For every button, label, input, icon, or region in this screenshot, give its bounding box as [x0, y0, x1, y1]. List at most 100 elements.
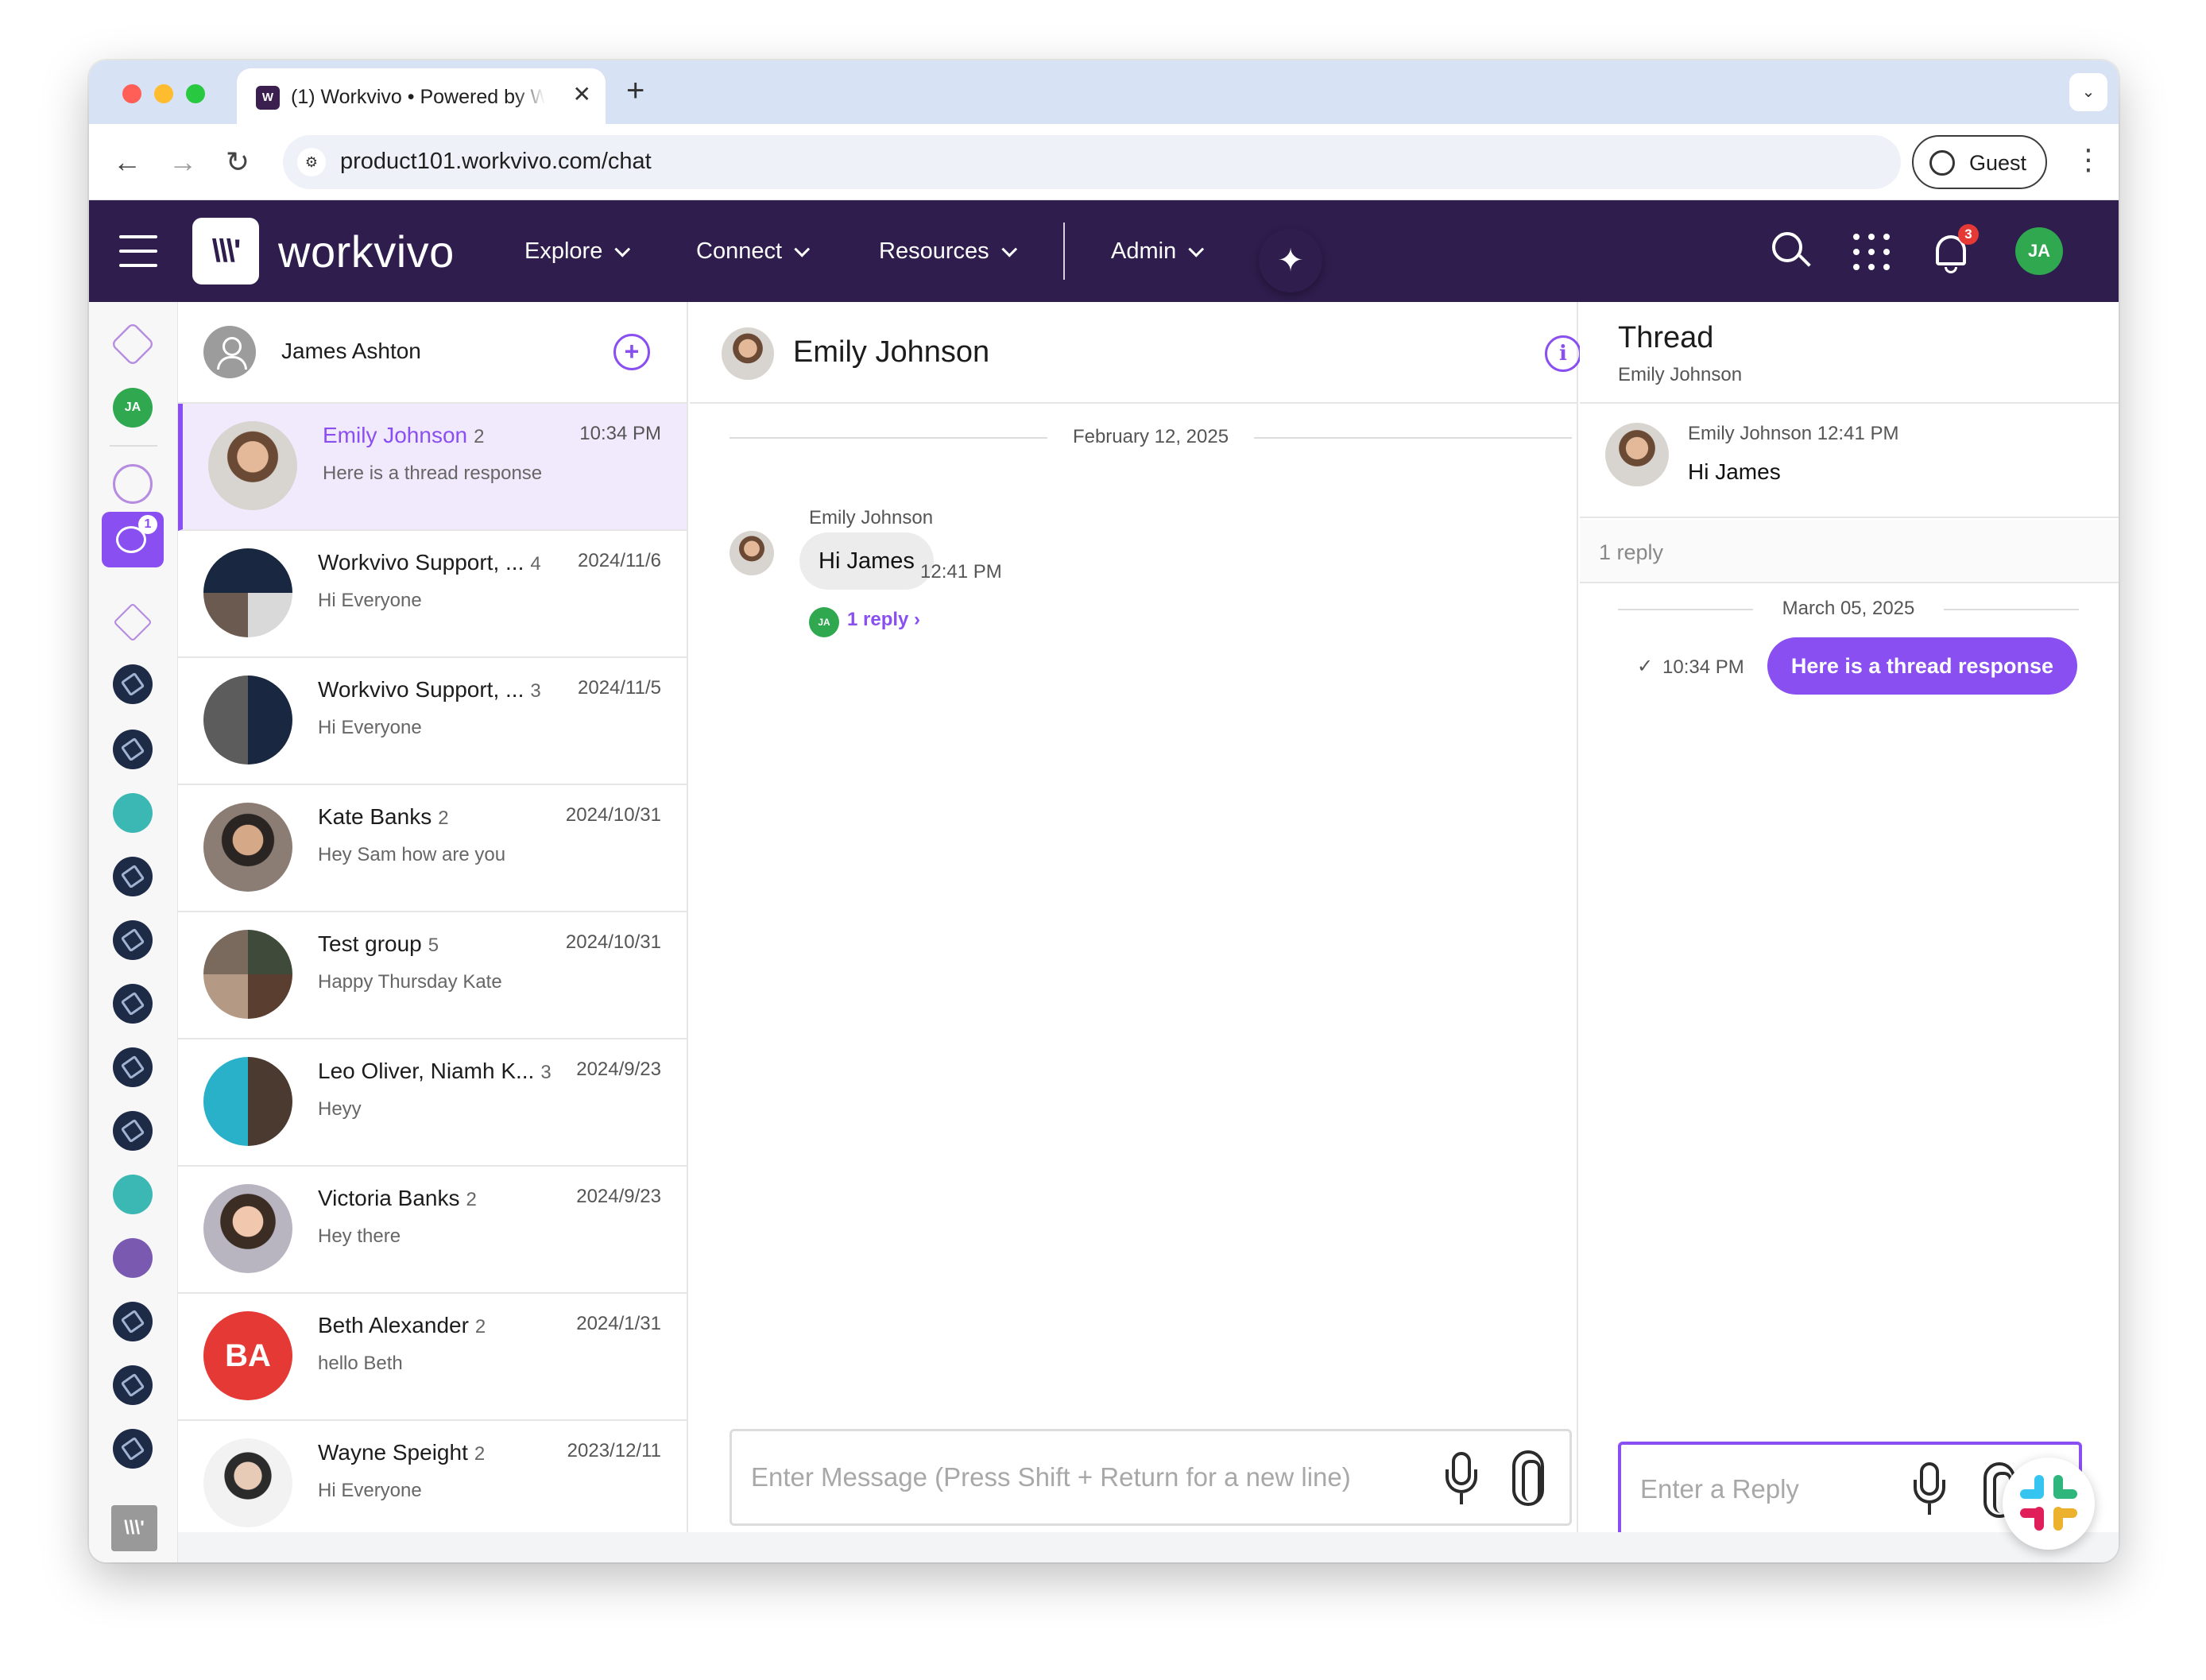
message-sender: Emily Johnson	[809, 507, 934, 528]
conversation-item[interactable]: Wayne Speight 2 2023/12/11 Hi Everyone	[178, 1421, 687, 1532]
space-icon-5[interactable]	[113, 920, 153, 960]
space-icon-13[interactable]	[113, 1429, 153, 1469]
conversation-time: 2023/12/11	[567, 1440, 661, 1461]
maximize-window-button[interactable]	[186, 84, 205, 103]
avatar	[1605, 423, 1669, 486]
search-icon[interactable]	[1772, 232, 1811, 270]
microphone-icon[interactable]	[1446, 1452, 1477, 1504]
avatar	[203, 1438, 292, 1527]
conversation-preview: Happy Thursday Kate	[318, 971, 502, 993]
space-icon-9[interactable]	[113, 1175, 153, 1214]
message-composer	[730, 1429, 1572, 1526]
nav-admin[interactable]: Admin	[1111, 238, 1205, 265]
nav-admin-label: Admin	[1111, 238, 1177, 264]
nav-connect-label: Connect	[696, 238, 783, 264]
conversation-item[interactable]: Test group 5 2024/10/31 Happy Thursday Ka…	[178, 912, 687, 1039]
tab-close-icon[interactable]: ✕	[573, 81, 591, 107]
url-bar[interactable]: ⚙ product101.workvivo.com/chat	[283, 135, 1901, 189]
message-avatar	[730, 531, 774, 575]
tab-search-chevron-icon[interactable]: ⌄	[2069, 73, 2107, 111]
chat-nav-button[interactable]: 1	[102, 512, 164, 567]
new-chat-icon[interactable]: +	[613, 334, 650, 370]
space-icon-3[interactable]	[113, 793, 153, 833]
browser-menu-icon[interactable]: ⋮	[2074, 140, 2103, 180]
new-tab-button[interactable]: +	[626, 73, 644, 108]
space-icon-6[interactable]	[113, 984, 153, 1024]
space-icon-10[interactable]	[113, 1238, 153, 1278]
space-icon-11[interactable]	[113, 1302, 153, 1341]
reply-count-link[interactable]: 1 reply ›	[847, 609, 920, 631]
conversation-name: Wayne Speight 2	[318, 1440, 485, 1465]
space-icon-8[interactable]	[113, 1111, 153, 1151]
current-user-avatar[interactable]	[203, 326, 256, 378]
apps-grid-icon[interactable]	[1853, 234, 1890, 270]
brand-name[interactable]: workvivo	[278, 226, 455, 277]
conversation-name: Test group 5	[318, 931, 439, 957]
ai-sparkle-icon[interactable]: ✦	[1259, 229, 1322, 292]
conversation-name: Workvivo Support, ... 4	[318, 550, 541, 575]
reload-icon[interactable]: ↻	[226, 145, 250, 180]
layers-icon[interactable]	[113, 602, 153, 642]
user-avatar[interactable]: JA	[2015, 227, 2063, 275]
thread-date-text: March 05, 2025	[1782, 598, 1915, 619]
thread-title: Thread	[1618, 321, 1714, 354]
tab-title: (1) Workvivo • Powered by Workvivo	[291, 86, 545, 108]
conversation-item[interactable]: Workvivo Support, ... 4 2024/11/6 Hi Ever…	[178, 531, 687, 658]
contact-avatar[interactable]	[722, 327, 774, 380]
message-input[interactable]	[751, 1431, 1403, 1523]
conversation-time: 2024/9/23	[576, 1059, 661, 1080]
conversation-item[interactable]: Leo Oliver, Niamh K... 3 2024/9/23 Heyy	[178, 1039, 687, 1167]
info-icon[interactable]: i	[1545, 335, 1581, 372]
forward-arrow-icon[interactable]: →	[168, 145, 197, 180]
nav-explore[interactable]: Explore	[524, 238, 631, 265]
thread-reply-bubble[interactable]: Here is a thread response	[1767, 637, 2077, 695]
site-settings-icon[interactable]: ⚙	[297, 148, 326, 176]
space-icon-1[interactable]	[113, 664, 153, 704]
conversation-item[interactable]: BA Beth Alexander 2 2024/1/31 hello Beth	[178, 1294, 687, 1421]
conversation-name-text: Beth Alexander	[318, 1313, 469, 1337]
conversation-name-text: Workvivo Support, ...	[318, 677, 524, 702]
minimize-window-button[interactable]	[154, 84, 173, 103]
member-count: 2	[438, 807, 449, 829]
slack-icon[interactable]	[2003, 1457, 2095, 1550]
current-user-name: James Ashton	[281, 339, 421, 363]
conversation-item[interactable]: Workvivo Support, ... 3 2024/11/5 Hi Ever…	[178, 658, 687, 785]
conversation-time: 2024/9/23	[576, 1186, 661, 1207]
reply-input[interactable]	[1640, 1445, 1910, 1534]
chat-badge: 1	[138, 515, 157, 534]
compass-icon[interactable]	[113, 464, 153, 504]
browser-tab[interactable]: W (1) Workvivo • Powered by Workvivo ✕	[237, 68, 606, 124]
space-icon-4[interactable]	[113, 857, 153, 896]
nav-connect[interactable]: Connect	[696, 238, 811, 265]
message-bubble[interactable]: Hi James	[799, 532, 934, 590]
nav-resources-label: Resources	[879, 238, 989, 264]
space-icon-12[interactable]	[113, 1365, 153, 1405]
space-icon-2[interactable]	[113, 730, 153, 769]
home-icon[interactable]	[110, 321, 156, 367]
rail-user-avatar[interactable]: JA	[113, 388, 153, 428]
workvivo-logo-icon[interactable]: \\\'	[192, 218, 259, 285]
conversation-name-text: Victoria Banks	[318, 1186, 460, 1210]
space-icon-7[interactable]	[113, 1047, 153, 1087]
url-text[interactable]: product101.workvivo.com/chat	[340, 149, 652, 175]
profile-label: Guest	[1969, 151, 2027, 175]
microphone-icon[interactable]	[1914, 1462, 1945, 1515]
rail-workvivo-logo-icon[interactable]: \\\'	[111, 1505, 157, 1551]
conversation-name-text: Kate Banks	[318, 804, 432, 829]
contact-name[interactable]: Emily Johnson	[793, 335, 989, 370]
back-arrow-icon[interactable]: ←	[113, 145, 141, 180]
close-window-button[interactable]	[122, 84, 141, 103]
conversation-item[interactable]: Kate Banks 2 2024/10/31 Hey Sam how are y…	[178, 785, 687, 912]
profile-button[interactable]: Guest	[1912, 135, 2047, 189]
chevron-down-icon	[1000, 241, 1017, 257]
check-icon: ✓	[1637, 656, 1654, 677]
thread-parent-message: Emily Johnson 12:41 PM Hi James	[1580, 404, 2119, 518]
nav-resources[interactable]: Resources	[879, 238, 1017, 265]
conversation-item[interactable]: Emily Johnson 2 10:34 PM Here is a thread…	[178, 404, 687, 531]
notification-badge: 3	[1958, 224, 1979, 245]
paperclip-icon[interactable]	[1512, 1450, 1544, 1506]
conversation-item[interactable]: Victoria Banks 2 2024/9/23 Hey there	[178, 1167, 687, 1294]
hamburger-menu-icon[interactable]	[119, 235, 157, 267]
conversation-name: Kate Banks 2	[318, 804, 449, 830]
chat-list-panel: James Ashton + Emily Johnson 2 10:34 PM H…	[178, 302, 688, 1532]
